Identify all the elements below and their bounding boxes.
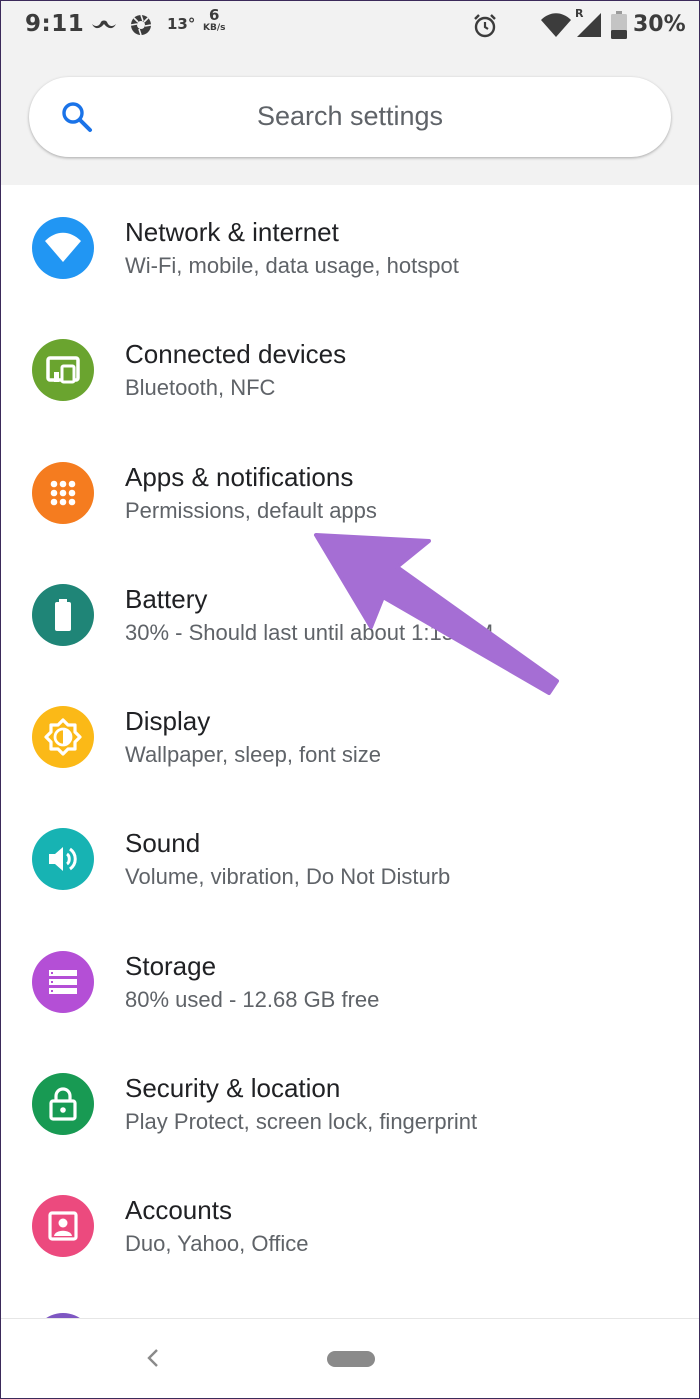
status-time: 9:11 [25, 11, 85, 37]
lock-icon [32, 1073, 94, 1136]
setting-title: Battery [125, 583, 208, 614]
apps-grid-icon [32, 461, 94, 524]
back-icon[interactable] [141, 1343, 165, 1378]
setting-subtitle: Play Protect, screen lock, fingerprint [125, 1109, 478, 1135]
status-temperature: 13° [167, 15, 196, 33]
setting-title: Connected devices [125, 339, 347, 370]
volume-icon [32, 828, 94, 891]
settings-list: Network & internet Wi-Fi, mobile, data u… [1, 185, 699, 1286]
setting-sound[interactable]: Sound Volume, vibration, Do Not Disturb [1, 796, 699, 918]
storage-icon [32, 950, 94, 1013]
setting-title: Network & internet [125, 217, 339, 247]
setting-subtitle: Wi-Fi, mobile, data usage, hotspot [125, 253, 459, 278]
home-pill-icon[interactable] [327, 1351, 375, 1367]
battery-icon [611, 11, 627, 43]
search-settings-bar[interactable]: Search settings [29, 77, 671, 157]
setting-connected-devices[interactable]: Connected devices Bluetooth, NFC [1, 307, 699, 429]
setting-title: Display [125, 706, 211, 737]
setting-title: Storage [125, 950, 217, 981]
setting-network-internet[interactable]: Network & internet Wi-Fi, mobile, data u… [1, 185, 699, 307]
setting-subtitle: 80% used - 12.68 GB free [125, 986, 380, 1012]
setting-display[interactable]: Display Wallpaper, sleep, font size [1, 674, 699, 796]
setting-subtitle: Permissions, default apps [125, 497, 377, 523]
setting-storage[interactable]: Storage 80% used - 12.68 GB free [1, 919, 699, 1041]
search-placeholder: Search settings [256, 101, 444, 131]
status-net-speed: 6 KB/s [203, 8, 226, 34]
brightness-icon [32, 706, 94, 769]
net-speed-unit: KB/s [203, 23, 226, 33]
signal-icon [577, 13, 601, 41]
setting-security-location[interactable]: Security & location Play Protect, screen… [1, 1041, 699, 1163]
mustache-icon [91, 17, 117, 36]
setting-subtitle: Duo, Yahoo, Office [125, 1231, 309, 1257]
devices-icon [32, 339, 94, 402]
setting-title: Apps & notifications [125, 461, 354, 492]
setting-title: Accounts [125, 1195, 232, 1226]
wifi-icon [541, 13, 571, 41]
navigation-bar [1, 1318, 699, 1398]
setting-subtitle: Volume, vibration, Do Not Disturb [125, 864, 451, 890]
status-battery-percent: 30% [633, 12, 686, 37]
settings-screen: 9:11 13° 6 KB/s R 30% Search settings Ne… [0, 0, 700, 1399]
alarm-icon [472, 13, 498, 43]
setting-subtitle: Wallpaper, sleep, font size [125, 742, 381, 768]
setting-title: Sound [125, 828, 201, 859]
battery-icon [32, 583, 94, 646]
setting-title: Security & location [125, 1073, 341, 1104]
setting-battery[interactable]: Battery 30% - Should last until about 1:… [1, 552, 699, 674]
camera-shutter-icon [129, 13, 153, 41]
status-bar: 9:11 13° 6 KB/s R 30% [1, 1, 699, 49]
setting-subtitle: Bluetooth, NFC [125, 375, 276, 401]
setting-subtitle: 30% - Should last until about 1:15 PM [125, 619, 494, 645]
wifi-icon [32, 217, 94, 279]
account-icon [32, 1195, 94, 1258]
search-area: Search settings [1, 49, 699, 185]
setting-apps-notifications[interactable]: Apps & notifications Permissions, defaul… [1, 430, 699, 552]
setting-accounts[interactable]: Accounts Duo, Yahoo, Office [1, 1163, 699, 1285]
